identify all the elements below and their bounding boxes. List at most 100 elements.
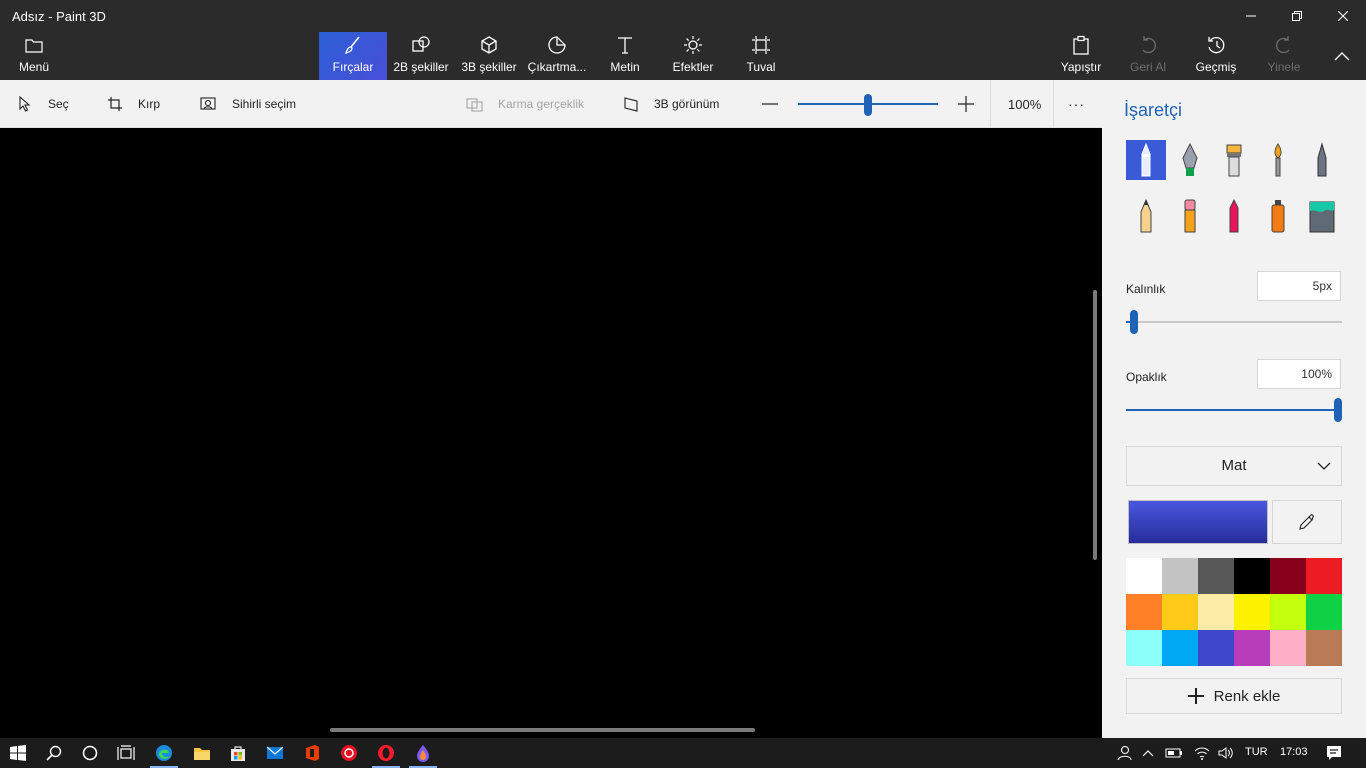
clock[interactable]: 17:03 xyxy=(1280,746,1308,758)
battery-button[interactable] xyxy=(1162,738,1186,768)
toolbar-divider xyxy=(1053,80,1054,128)
zoom-out-button[interactable] xyxy=(760,80,780,128)
oil-brush[interactable] xyxy=(1214,140,1254,180)
color-swatch[interactable] xyxy=(1162,630,1198,666)
cortana-button[interactable] xyxy=(72,738,108,768)
tab-brushes[interactable]: Fırçalar xyxy=(319,32,387,80)
watercolor-icon xyxy=(1274,143,1282,177)
spray-can-brush[interactable] xyxy=(1258,196,1298,236)
undo-label: Geri Al xyxy=(1129,60,1166,74)
add-color-button[interactable]: Renk ekle xyxy=(1126,678,1342,714)
store-button[interactable] xyxy=(220,738,256,768)
finish-dropdown[interactable]: Mat xyxy=(1126,446,1342,486)
color-swatch[interactable] xyxy=(1306,594,1342,630)
tab-stickers[interactable]: Çıkartma... xyxy=(525,32,589,80)
office-button[interactable] xyxy=(294,738,330,768)
eraser-brush[interactable] xyxy=(1170,196,1210,236)
color-swatch[interactable] xyxy=(1270,558,1306,594)
tab-label: Efektler xyxy=(672,60,714,74)
color-swatch[interactable] xyxy=(1270,594,1306,630)
show-hidden-icons-button[interactable] xyxy=(1136,738,1160,768)
fill-bucket-brush[interactable] xyxy=(1302,196,1342,236)
color-swatch[interactable] xyxy=(1126,594,1162,630)
opacity-input[interactable]: 100% xyxy=(1257,359,1341,389)
crayon-brush[interactable] xyxy=(1214,196,1254,236)
task-view-button[interactable] xyxy=(108,738,144,768)
watercolor-brush[interactable] xyxy=(1258,140,1298,180)
thickness-slider[interactable] xyxy=(1126,321,1342,323)
wifi-button[interactable] xyxy=(1190,738,1214,768)
tab-text[interactable]: Metin xyxy=(598,32,652,80)
calligraphy-pen-brush[interactable] xyxy=(1170,140,1210,180)
input-language-indicator[interactable]: TUR xyxy=(1245,746,1268,758)
color-swatch[interactable] xyxy=(1198,558,1234,594)
more-options-button[interactable]: ··· xyxy=(1068,80,1085,128)
marker-brush[interactable] xyxy=(1126,140,1166,180)
color-swatch[interactable] xyxy=(1126,558,1162,594)
3d-view-button[interactable]: 3B görünüm xyxy=(622,80,719,128)
opera-taskbar-button[interactable] xyxy=(368,738,404,768)
color-swatch[interactable] xyxy=(1234,630,1270,666)
color-swatch[interactable] xyxy=(1270,630,1306,666)
crop-button[interactable]: Kırp xyxy=(106,80,160,128)
menu-button[interactable]: Menü xyxy=(8,32,60,80)
file-explorer-button[interactable] xyxy=(184,738,220,768)
current-color-swatch[interactable] xyxy=(1128,500,1268,544)
thickness-slider-thumb[interactable] xyxy=(1130,310,1139,334)
color-swatch[interactable] xyxy=(1198,594,1234,630)
start-button[interactable] xyxy=(0,738,36,768)
undo-button[interactable]: Geri Al xyxy=(1122,32,1174,80)
opacity-slider-thumb[interactable] xyxy=(1334,398,1342,422)
magic-select-button[interactable]: Sihirli seçim xyxy=(200,80,296,128)
horizontal-scrollbar[interactable] xyxy=(330,728,755,732)
search-icon xyxy=(46,745,62,761)
color-swatch[interactable] xyxy=(1126,630,1162,666)
canvas-icon xyxy=(750,34,772,56)
magic-select-label: Sihirli seçim xyxy=(232,97,297,111)
volume-button[interactable] xyxy=(1214,738,1238,768)
action-center-button[interactable] xyxy=(1316,738,1352,768)
tab-label: Tuval xyxy=(746,60,776,74)
zoom-in-button[interactable] xyxy=(956,80,976,128)
gear-icon xyxy=(341,745,357,761)
select-label: Seç xyxy=(48,97,69,111)
select-button[interactable]: Seç xyxy=(16,80,69,128)
mail-icon xyxy=(266,746,284,759)
color-swatch[interactable] xyxy=(1306,558,1342,594)
collapse-ribbon-button[interactable] xyxy=(1320,32,1364,80)
mixed-reality-button[interactable]: Karma gerçeklik xyxy=(466,80,584,128)
drawing-canvas[interactable] xyxy=(0,128,1102,738)
history-button[interactable]: Geçmiş xyxy=(1190,32,1242,80)
color-swatch[interactable] xyxy=(1234,594,1270,630)
tab-3d-shapes[interactable]: 3B şekiller xyxy=(457,32,521,80)
tab-canvas[interactable]: Tuval xyxy=(734,32,788,80)
color-swatch[interactable] xyxy=(1234,558,1270,594)
tab-2d-shapes[interactable]: 2B şekiller xyxy=(389,32,453,80)
pencil-brush[interactable] xyxy=(1126,196,1166,236)
zoom-slider-thumb[interactable] xyxy=(864,94,872,116)
tab-effects[interactable]: Efektler xyxy=(663,32,723,80)
zoom-percent[interactable]: 100% xyxy=(1008,80,1041,128)
crop-label: Kırp xyxy=(138,97,161,111)
color-swatch[interactable] xyxy=(1162,594,1198,630)
vertical-scrollbar[interactable] xyxy=(1093,290,1097,560)
pixel-pen-brush[interactable] xyxy=(1302,140,1342,180)
eyedropper-button[interactable] xyxy=(1272,500,1342,544)
minimize-button[interactable] xyxy=(1228,0,1274,32)
opera-icon xyxy=(378,745,394,761)
search-button[interactable] xyxy=(36,738,72,768)
color-swatch[interactable] xyxy=(1306,630,1342,666)
app-red-button[interactable] xyxy=(331,738,367,768)
paste-button[interactable]: Yapıştır xyxy=(1054,32,1108,80)
edge-taskbar-button[interactable] xyxy=(146,738,182,768)
color-swatch[interactable] xyxy=(1198,630,1234,666)
paint3d-taskbar-button[interactable] xyxy=(405,738,441,768)
mail-button[interactable] xyxy=(257,738,293,768)
redo-icon xyxy=(1273,34,1295,56)
wifi-icon xyxy=(1194,747,1210,760)
redo-button[interactable]: Yinele xyxy=(1258,32,1310,80)
close-button[interactable] xyxy=(1320,0,1366,32)
restore-button[interactable] xyxy=(1274,0,1320,32)
thickness-input[interactable]: 5px xyxy=(1257,271,1341,301)
color-swatch[interactable] xyxy=(1162,558,1198,594)
